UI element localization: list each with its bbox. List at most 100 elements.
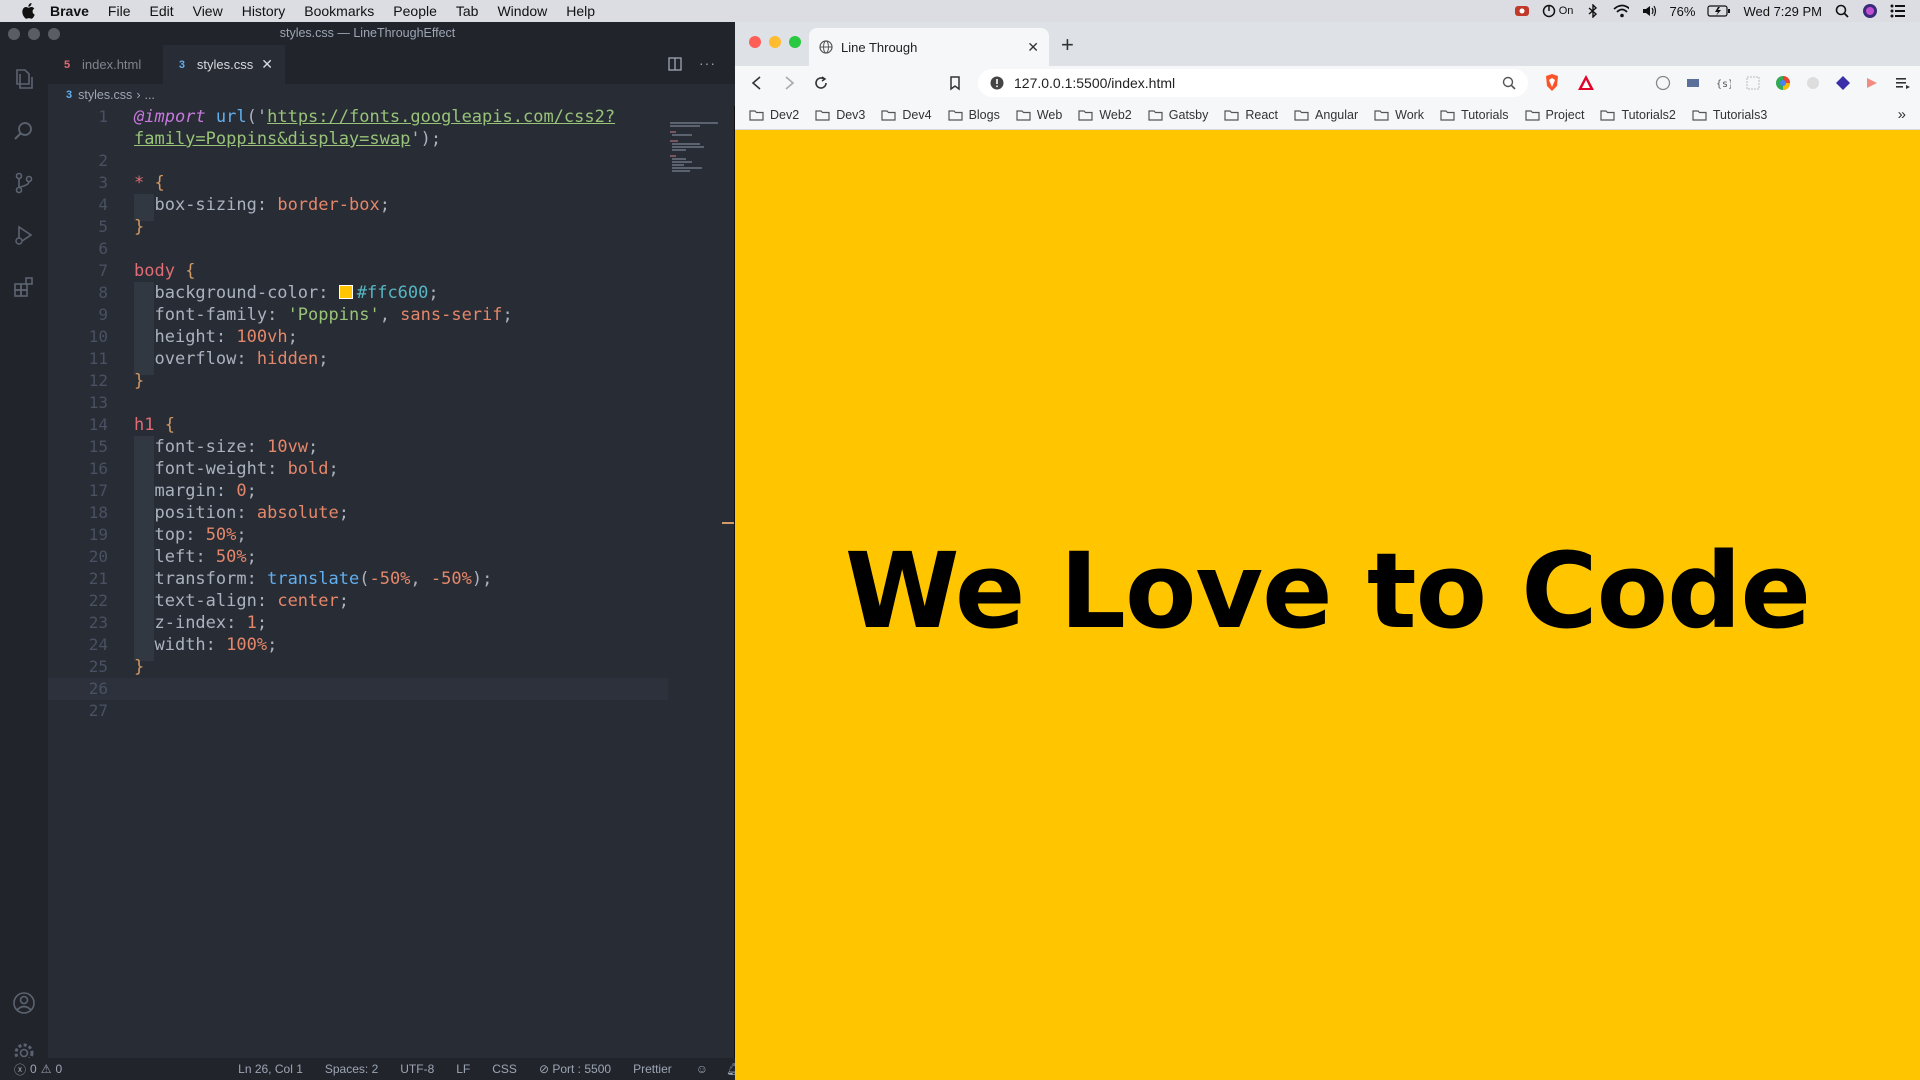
code-line[interactable]: 17 margin: 0; — [48, 480, 668, 507]
brave-rewards-icon[interactable] — [1576, 73, 1596, 93]
breadcrumb-rest[interactable]: ... — [144, 88, 154, 102]
code-line[interactable]: 12} — [48, 370, 668, 392]
menu-view[interactable]: View — [193, 3, 223, 19]
siri-icon[interactable] — [1862, 4, 1878, 18]
encoding[interactable]: UTF-8 — [400, 1062, 434, 1076]
cursor-position[interactable]: Ln 26, Col 1 — [238, 1062, 303, 1076]
bookmark-dev2[interactable]: Dev2 — [749, 108, 799, 122]
browser-tab-line-through[interactable]: Line Through ✕ — [809, 28, 1049, 66]
end-of-line[interactable]: LF — [456, 1062, 470, 1076]
minimap[interactable] — [670, 122, 722, 177]
menu-file[interactable]: File — [108, 3, 131, 19]
problems-indicator[interactable]: ⓧ 0 ⚠ 0 — [14, 1061, 62, 1078]
bookmark-dev4[interactable]: Dev4 — [881, 108, 932, 122]
code-line[interactable]: 22 text-align: center; — [48, 590, 668, 617]
bookmark-project[interactable]: Project — [1524, 108, 1584, 122]
code-line[interactable]: 18 position: absolute; — [48, 502, 668, 529]
extension-1-icon[interactable] — [1655, 75, 1671, 91]
menu-history[interactable]: History — [242, 3, 286, 19]
bluetooth-icon[interactable] — [1585, 4, 1601, 18]
code-line[interactable]: 4 box-sizing: border-box; — [48, 194, 668, 221]
extensions-icon[interactable] — [12, 275, 36, 299]
screen-record-icon[interactable] — [1514, 4, 1530, 18]
menu-edit[interactable]: Edit — [149, 3, 173, 19]
more-actions-icon[interactable]: ··· — [699, 55, 716, 71]
code-line[interactable]: 3 * { — [48, 172, 668, 194]
extension-5-icon[interactable] — [1775, 75, 1791, 91]
bookmark-dev3[interactable]: Dev3 — [815, 108, 865, 122]
bookmark-icon[interactable] — [947, 75, 963, 91]
tab-index-html[interactable]: 5 index.html — [48, 45, 160, 84]
spotlight-search-icon[interactable] — [1834, 4, 1850, 18]
menu-app-brave[interactable]: Brave — [50, 3, 89, 19]
code-line[interactable]: 11 overflow: hidden; — [48, 348, 668, 375]
code-line[interactable]: 7 body { — [48, 260, 668, 282]
code-line[interactable]: 25} — [48, 656, 668, 678]
code-line[interactable]: 5} — [48, 216, 668, 238]
language-mode[interactable]: CSS — [492, 1062, 517, 1076]
bookmarks-overflow-icon[interactable]: » — [1898, 106, 1906, 123]
zoom-icon[interactable] — [1502, 76, 1516, 90]
code-line[interactable]: 24 width: 100%; — [48, 634, 668, 661]
code-line[interactable]: 21 transform: translate(-50%, -50%); — [48, 568, 668, 595]
bookmark-work[interactable]: Work — [1374, 108, 1424, 122]
forward-arrow-icon[interactable] — [781, 75, 797, 91]
browser-zoom-button[interactable] — [789, 36, 801, 48]
code-line[interactable]: 16 font-weight: bold; — [48, 458, 668, 485]
close-tab-icon[interactable]: ✕ — [1027, 39, 1039, 56]
code-line[interactable]: 2 — [48, 150, 668, 172]
battery-icon[interactable] — [1707, 4, 1731, 18]
back-arrow-icon[interactable] — [749, 75, 765, 91]
address-bar[interactable]: 127.0.0.1:5500/index.html — [978, 69, 1528, 97]
extension-8-icon[interactable] — [1865, 75, 1881, 91]
code-line[interactable]: 9 font-family: 'Poppins', sans-serif; — [48, 304, 668, 331]
bookmark-react[interactable]: React — [1224, 108, 1278, 122]
accounts-icon[interactable] — [12, 991, 36, 1015]
vscode-zoom-button[interactable] — [48, 28, 60, 40]
search-icon[interactable] — [12, 119, 36, 143]
playlist-icon[interactable] — [1895, 75, 1911, 91]
extension-2-icon[interactable] — [1685, 75, 1701, 91]
code-line[interactable]: 20 left: 50%; — [48, 546, 668, 573]
extension-6-icon[interactable] — [1805, 75, 1821, 91]
menu-tab[interactable]: Tab — [456, 3, 479, 19]
vpn-power-icon[interactable]: On — [1542, 4, 1573, 18]
vscode-minimize-button[interactable] — [28, 28, 40, 40]
extension-7-icon[interactable] — [1835, 75, 1851, 91]
code-line[interactable]: 15 font-size: 10vw; — [48, 436, 668, 463]
bookmark-angular[interactable]: Angular — [1294, 108, 1358, 122]
bookmark-gatsby[interactable]: Gatsby — [1148, 108, 1208, 122]
close-tab-icon[interactable]: ✕ — [261, 56, 273, 73]
menu-bookmarks[interactable]: Bookmarks — [304, 3, 374, 19]
code-editor[interactable]: 1 @import url('https://fonts.googleapis.c… — [48, 106, 668, 1056]
extension-4-icon[interactable] — [1745, 75, 1761, 91]
menu-bar-clock[interactable]: Wed 7:29 PM — [1743, 4, 1822, 19]
code-line[interactable]: family=Poppins&display=swap'); — [48, 128, 668, 150]
live-server-port[interactable]: ⊘ Port : 5500 — [539, 1062, 611, 1076]
volume-icon[interactable] — [1641, 4, 1657, 18]
apple-icon[interactable] — [20, 3, 36, 19]
indentation[interactable]: Spaces: 2 — [325, 1062, 378, 1076]
code-line[interactable]: 26 — [48, 678, 668, 700]
bookmark-web2[interactable]: Web2 — [1078, 108, 1132, 122]
prettier-status[interactable]: Prettier — [633, 1062, 672, 1076]
browser-minimize-button[interactable] — [769, 36, 781, 48]
menu-help[interactable]: Help — [566, 3, 595, 19]
breadcrumb-file[interactable]: styles.css — [78, 88, 132, 102]
source-control-icon[interactable] — [12, 171, 36, 195]
bookmark-web[interactable]: Web — [1016, 108, 1062, 122]
code-line[interactable]: 6 — [48, 238, 668, 260]
new-tab-button[interactable]: + — [1061, 32, 1074, 58]
code-line[interactable]: 27 — [48, 700, 668, 722]
bookmark-tutorials3[interactable]: Tutorials3 — [1692, 108, 1767, 122]
code-line[interactable]: 19 top: 50%; — [48, 524, 668, 551]
code-line[interactable]: 13 — [48, 392, 668, 414]
code-line[interactable]: 14 h1 { — [48, 414, 668, 436]
menu-window[interactable]: Window — [497, 3, 547, 19]
bookmark-blogs[interactable]: Blogs — [947, 108, 1000, 122]
code-line[interactable]: 8 background-color: #ffc600; — [48, 282, 668, 309]
menu-people[interactable]: People — [393, 3, 437, 19]
explorer-icon[interactable] — [12, 67, 36, 91]
notification-center-icon[interactable] — [1890, 4, 1906, 18]
site-info-icon[interactable] — [990, 76, 1004, 90]
